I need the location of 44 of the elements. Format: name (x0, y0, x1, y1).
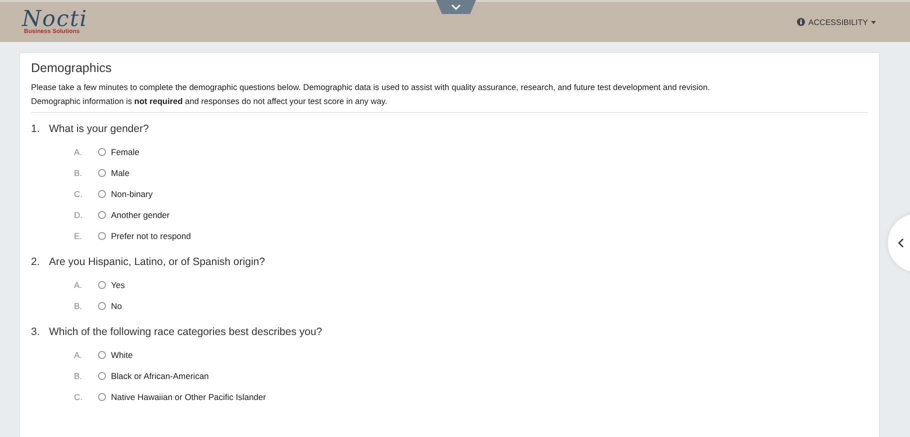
intro-text: Please take a few minutes to complete the demographic questions below. Demographic data is used to assist with quality assurance, research, and future test development and revision. (31, 82, 710, 92)
radio-button[interactable] (98, 393, 106, 401)
card-title: Demographics (31, 61, 113, 75)
option-letter: C. (74, 392, 84, 402)
radio-button[interactable] (98, 351, 106, 359)
radio-button[interactable] (98, 372, 106, 380)
question-number: 3. (31, 326, 41, 338)
option-label[interactable]: Black or African-American (111, 371, 209, 381)
radio-button[interactable] (98, 190, 106, 198)
option-letter: B. (74, 301, 84, 311)
option-letter: B. (74, 168, 84, 178)
option-label[interactable]: Yes (111, 280, 125, 290)
option-letter: B. (74, 371, 84, 381)
option-label[interactable]: Prefer not to respond (111, 231, 191, 241)
option-letter: A. (74, 147, 84, 157)
info-icon (797, 18, 806, 26)
radio-button[interactable] (98, 232, 106, 240)
radio-button[interactable] (98, 281, 106, 289)
option-label[interactable]: Male (111, 168, 130, 178)
radio-button[interactable] (98, 211, 106, 219)
option-letter: E. (74, 231, 84, 241)
question-text: What is your gender? (49, 123, 149, 135)
option-letter: A. (74, 350, 84, 360)
radio-button[interactable] (98, 148, 106, 156)
accessibility-menu[interactable]: ACCESSIBILITY (797, 18, 876, 26)
chevron-down-icon (451, 4, 461, 10)
option-letter: A. (74, 280, 84, 290)
option-label[interactable]: White (111, 350, 133, 360)
option-label[interactable]: No (111, 301, 122, 311)
question-text: Are you Hispanic, Latino, or of Spanish origin? (49, 256, 265, 268)
option-letter: D. (74, 210, 84, 220)
chevron-left-icon (898, 238, 904, 248)
question-number: 1. (31, 123, 41, 135)
option-label[interactable]: Non-binary (111, 189, 153, 199)
radio-button[interactable] (98, 169, 106, 177)
question-text: Which of the following race categories best describes you? (49, 326, 322, 338)
question-number: 2. (31, 256, 41, 268)
option-label[interactable]: Native Hawaiian or Other Pacific Islander (111, 392, 266, 402)
option-letter: C. (74, 189, 84, 199)
intro-text: Demographic information is not required and responses do not affect your test score in any way. (31, 96, 388, 106)
option-label[interactable]: Another gender (111, 210, 170, 220)
radio-button[interactable] (98, 302, 106, 310)
caret-icon (871, 20, 876, 24)
option-label[interactable]: Female (111, 147, 140, 157)
